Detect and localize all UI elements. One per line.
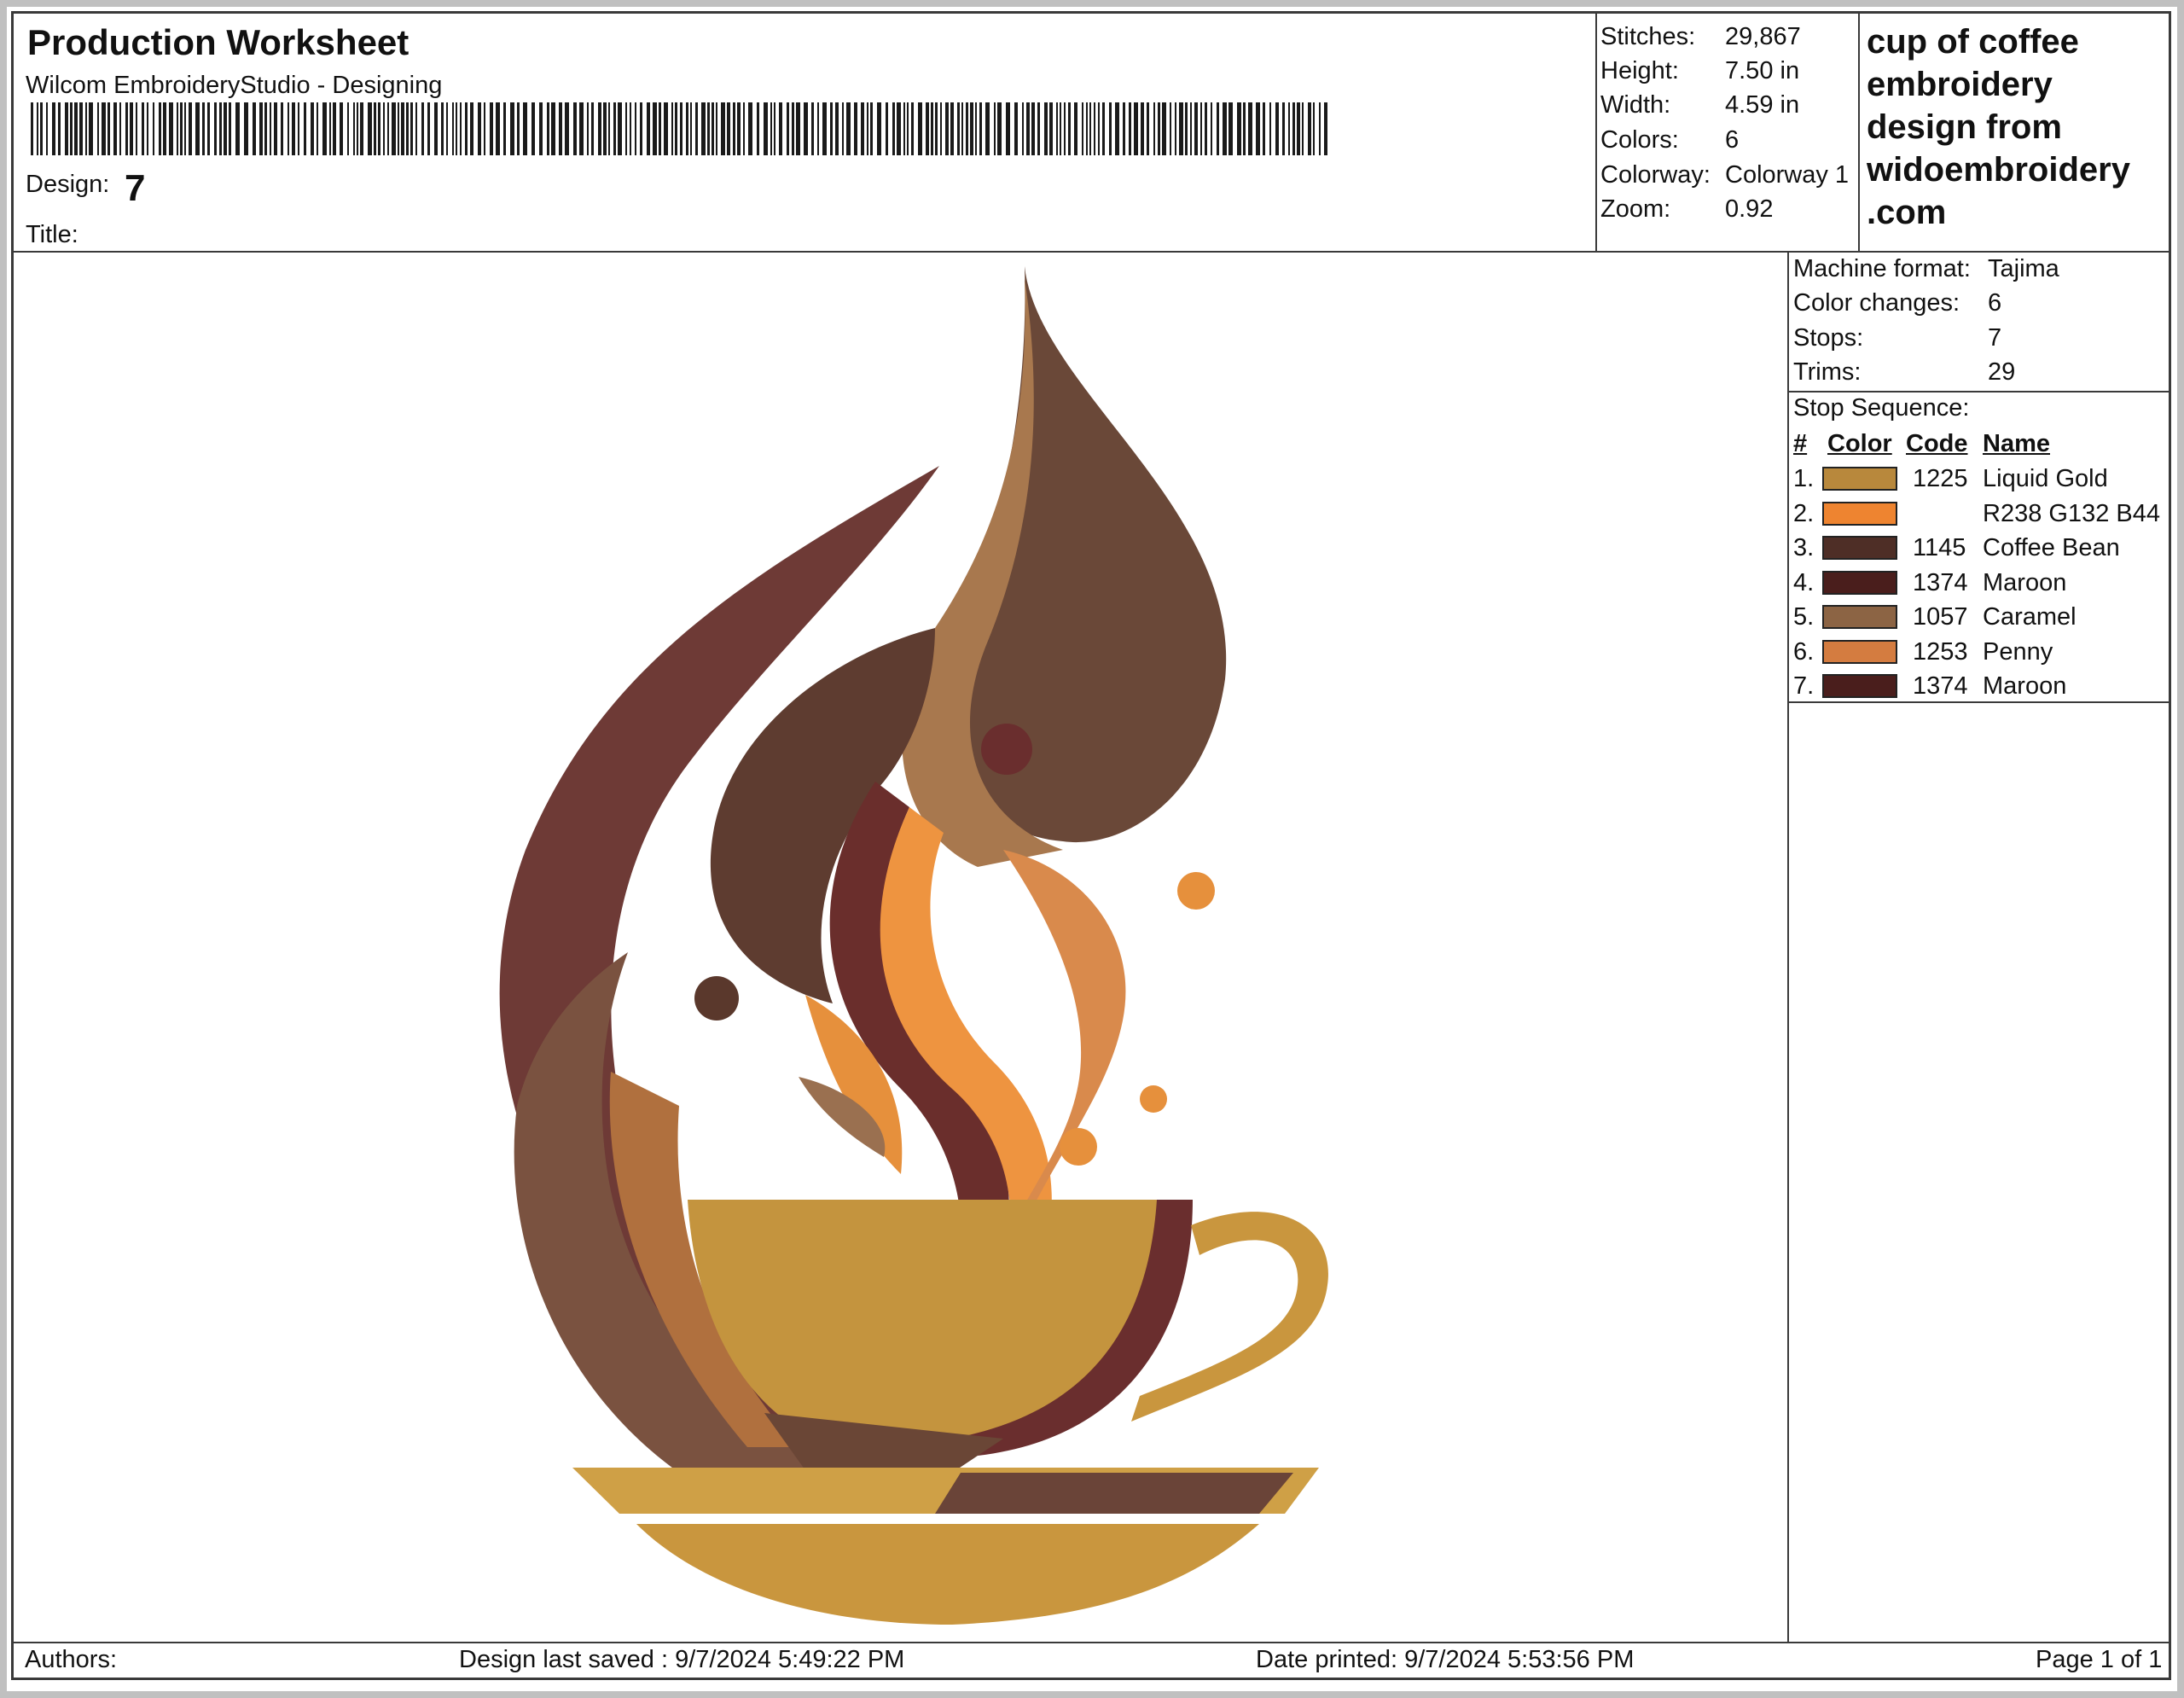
stops-value: 7	[1988, 324, 2002, 352]
stat-width-label: Width:	[1600, 91, 1671, 119]
orange-dot-3	[1060, 1128, 1097, 1166]
saucer-bottom	[636, 1524, 1259, 1625]
stop-row-number: 3.	[1793, 534, 1815, 561]
stop-row-code: 1145	[1913, 534, 1966, 561]
stop-row-code: 1253	[1913, 637, 1968, 666]
stop-sequence-label: Stop Sequence:	[1793, 394, 1970, 422]
stop-row-swatch	[1822, 674, 1897, 698]
stat-height-label: Height:	[1600, 57, 1679, 84]
design-description: cup of coffee embroidery design from wid…	[1867, 23, 2130, 231]
stop-row-name: Caramel	[1983, 603, 2077, 631]
color-changes-value: 6	[1988, 289, 2002, 317]
design-label: Design:	[26, 171, 110, 198]
footer-date-printed: Date printed: 9/7/2024 5:53:56 PM	[1256, 1646, 1635, 1673]
stop-row-name: R238 G132 B44	[1983, 499, 2160, 527]
stop-row-swatch	[1822, 467, 1897, 491]
stat-stitches-value: 29,867	[1725, 23, 1801, 50]
stat-width-value: 4.59 in	[1725, 91, 1800, 119]
stop-row-number: 6.	[1793, 637, 1815, 666]
stop-row-number: 2.	[1793, 499, 1815, 527]
stop-row-swatch	[1822, 536, 1897, 560]
footer-divider	[14, 1642, 2169, 1643]
stop-row-name: Penny	[1983, 637, 2053, 666]
app-subtitle: Wilcom EmbroideryStudio - Designing	[26, 72, 443, 99]
stop-row-name: Maroon	[1983, 568, 2067, 596]
trims-value: 29	[1988, 358, 2016, 386]
title-label: Title:	[26, 221, 78, 248]
stat-zoom-value: 0.92	[1725, 195, 1774, 223]
barcode	[31, 102, 1327, 155]
col-header-code: Code	[1906, 430, 1968, 457]
stop-row-name: Coffee Bean	[1983, 534, 2120, 561]
orange-dot-2	[1140, 1085, 1167, 1113]
stat-height-value: 7.50 in	[1725, 57, 1800, 84]
stat-colorway-value: Colorway 1	[1725, 161, 1850, 189]
stat-colorway-label: Colorway:	[1600, 161, 1711, 189]
embroidery-preview	[499, 266, 1328, 1625]
stop-row-number: 5.	[1793, 603, 1815, 631]
stop-row-name: Maroon	[1983, 672, 2067, 700]
sequence-divider	[1787, 701, 2169, 703]
stats-divider-left	[1595, 14, 1597, 253]
col-header-num: #	[1793, 430, 1808, 457]
stop-row-swatch	[1822, 639, 1897, 664]
footer-authors: Authors:	[25, 1646, 117, 1673]
stop-row-swatch	[1822, 605, 1897, 629]
stop-row-swatch	[1822, 501, 1897, 526]
stop-row-number: 7.	[1793, 672, 1815, 700]
stat-zoom-label: Zoom:	[1600, 195, 1671, 223]
stop-row-number: 4.	[1793, 568, 1815, 596]
stat-colors-label: Colors:	[1600, 126, 1679, 154]
stats-divider-right	[1858, 14, 1860, 253]
machine-format-label: Machine format:	[1793, 255, 1971, 282]
sidebar-divider	[1787, 251, 1789, 1643]
stop-row-code: 1374	[1913, 672, 1968, 700]
stops-label: Stops:	[1793, 324, 1864, 352]
page-title: Production Worksheet	[27, 22, 410, 62]
design-number: 7	[125, 167, 146, 209]
footer-last-saved: Design last saved : 9/7/2024 5:49:22 PM	[459, 1646, 905, 1673]
machine-format-value: Tajima	[1988, 255, 2059, 282]
stop-row-number: 1.	[1793, 465, 1815, 492]
orange-dot-1	[1177, 872, 1215, 910]
stat-stitches-label: Stitches:	[1600, 23, 1696, 50]
stop-row-name: Liquid Gold	[1983, 465, 2108, 492]
col-header-name: Name	[1983, 430, 2050, 457]
stat-colors-value: 6	[1725, 126, 1740, 154]
stop-row-code: 1057	[1913, 603, 1968, 631]
footer-page-number: Page 1 of 1	[2036, 1646, 2163, 1673]
stop-row-code: 1225	[1913, 465, 1968, 492]
stop-row-code: 1374	[1913, 568, 1968, 596]
trims-label: Trims:	[1793, 358, 1862, 386]
machine-divider	[1787, 391, 2169, 393]
saucer-top-shade	[935, 1473, 1293, 1514]
col-header-color: Color	[1827, 430, 1892, 457]
color-changes-label: Color changes:	[1793, 289, 1960, 317]
brown-dot	[694, 976, 739, 1021]
maroon-dot	[981, 724, 1032, 775]
stop-row-swatch	[1822, 570, 1897, 595]
